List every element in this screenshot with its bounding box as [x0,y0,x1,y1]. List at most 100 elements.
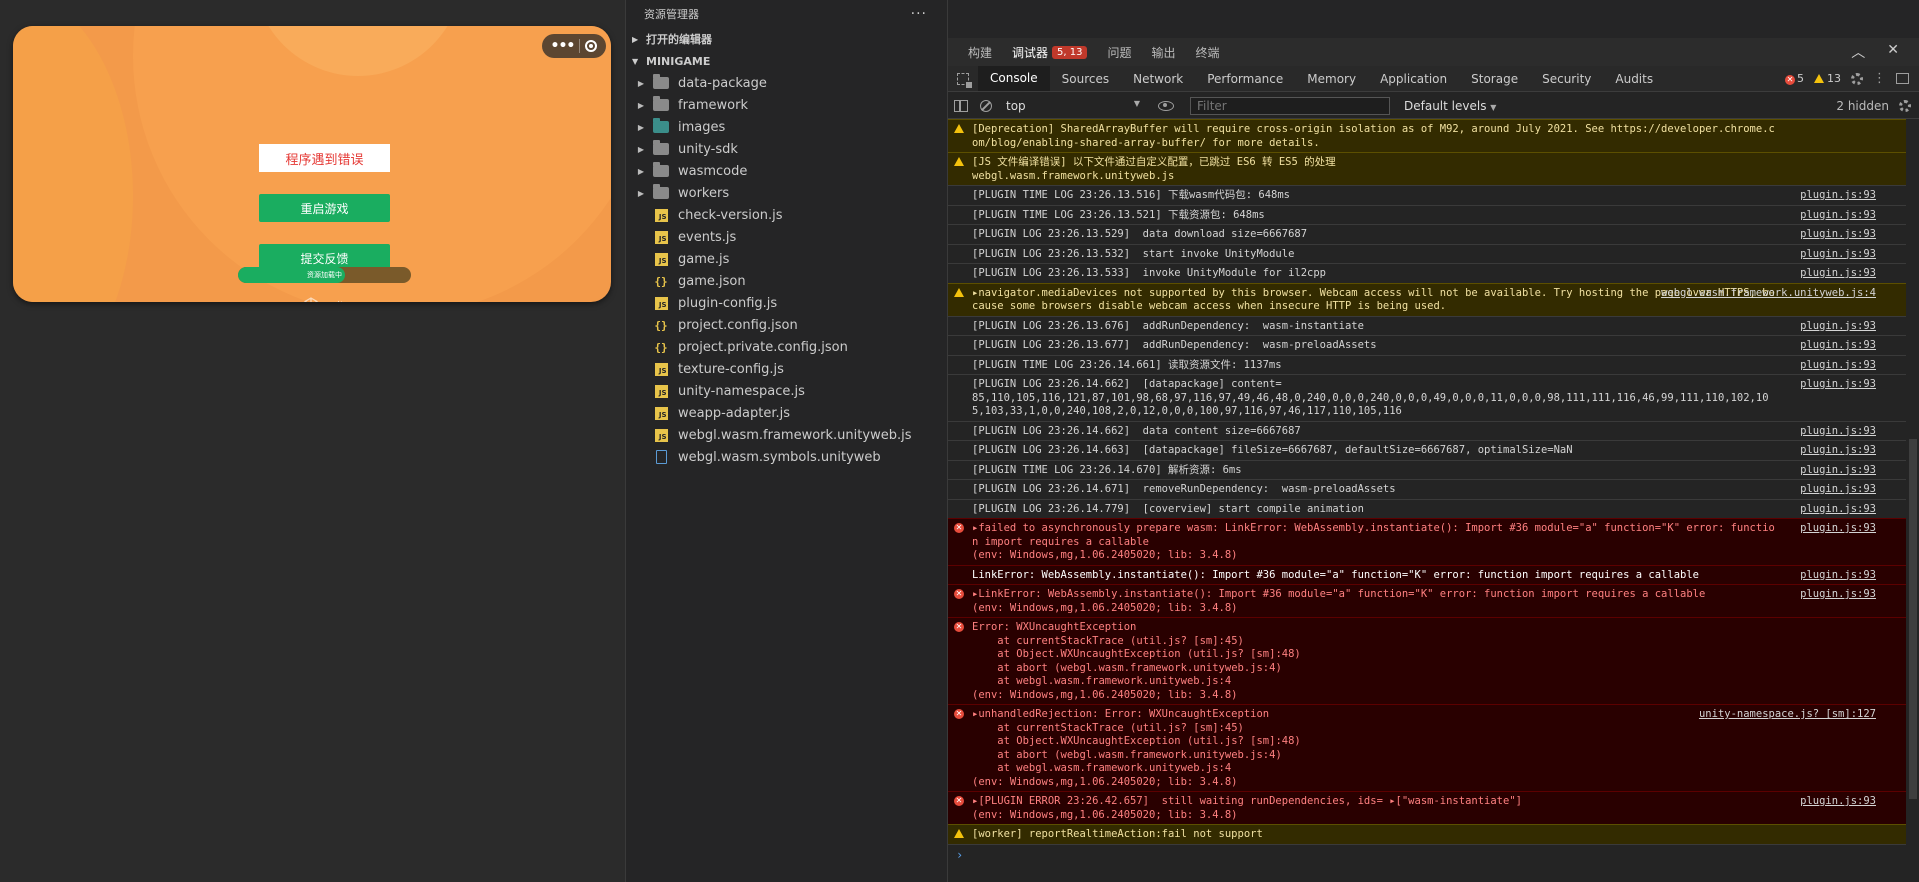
file-events.js[interactable]: JS events.js [626,226,947,248]
source-link[interactable]: plugin.js:93 [1800,464,1876,478]
console-message[interactable]: ✕ ▸failed to asynchronously prepare wasm:… [948,518,1906,565]
scrollbar-thumb[interactable] [1909,439,1917,799]
panel-tab[interactable]: 构建 [968,44,992,61]
close-icon[interactable]: ✕ [1887,42,1899,62]
source-link[interactable]: plugin.js:93 [1800,522,1876,536]
console-scrollbar[interactable] [1906,119,1919,882]
file-project.config.json[interactable]: {} project.config.json [626,314,947,336]
source-link[interactable]: plugin.js:93 [1800,569,1876,583]
tab-network[interactable]: Network [1121,66,1195,91]
console-message[interactable]: ▸navigator.mediaDevices not supported by… [948,282,1906,316]
folder-wasmcode[interactable]: ▶ wasmcode [626,160,947,182]
source-link[interactable]: plugin.js:93 [1800,359,1876,373]
issue-counts[interactable]: ✕ 5 13 ⋮ [1785,66,1919,91]
open-editors-section[interactable]: ▶ 打开的编辑器 [626,28,947,50]
show-sidebar-icon[interactable] [954,99,968,112]
file-weapp-adapter.js[interactable]: JS weapp-adapter.js [626,402,947,424]
console-message[interactable]: LinkError: WebAssembly.instantiate(): Im… [948,564,1906,584]
source-link[interactable]: plugin.js:93 [1800,228,1876,242]
console-message[interactable]: [PLUGIN LOG 23:26.13.677] addRunDependen… [948,335,1906,355]
close-target-icon[interactable] [585,40,598,52]
tab-console[interactable]: Console [978,66,1050,91]
panel-tab[interactable]: 输出 [1152,44,1176,61]
console-message[interactable]: [Deprecation] SharedArrayBuffer will req… [948,119,1906,152]
chevron-up-icon[interactable]: ︿ [1851,42,1865,62]
panel-tab[interactable]: 终端 [1196,44,1220,61]
folder-workers[interactable]: ▶ workers [626,182,947,204]
source-link[interactable]: plugin.js:93 [1800,503,1876,517]
file-texture-config.js[interactable]: JS texture-config.js [626,358,947,380]
source-link[interactable]: plugin.js:93 [1800,267,1876,281]
log-levels-dropdown[interactable]: Default levels ▼ [1404,99,1496,113]
console-message[interactable]: [JS 文件编译错误] 以下文件通过自定义配置，已跳过 ES6 转 ES5 的处… [948,152,1906,185]
console-message[interactable]: [PLUGIN LOG 23:26.13.532] start invoke U… [948,243,1906,264]
project-section[interactable]: ▼ MINIGAME [626,50,947,72]
folder-images[interactable]: ▶ images [626,116,947,138]
live-expression-eye-icon[interactable] [1158,100,1174,111]
restart-game-button[interactable]: 重启游戏 [259,194,390,222]
more-actions-icon[interactable]: ··· [911,6,927,22]
clear-console-icon[interactable] [980,99,992,112]
error-count[interactable]: ✕ 5 [1785,72,1804,85]
dock-side-icon[interactable] [1896,73,1909,84]
console-settings-gear-icon[interactable] [1899,99,1911,112]
source-link[interactable]: plugin.js:93 [1800,795,1876,809]
console-message[interactable]: [PLUGIN TIME LOG 23:26.14.661] 读取资源文件: 1… [948,354,1906,375]
source-link[interactable]: plugin.js:93 [1800,189,1876,203]
console-message[interactable]: [PLUGIN TIME LOG 23:26.13.516] 下载wasm代码包… [948,185,1906,205]
settings-gear-icon[interactable] [1851,72,1863,85]
console-filter-input[interactable] [1190,96,1390,115]
console-message[interactable]: [PLUGIN LOG 23:26.14.779] [coverview] st… [948,498,1906,519]
file-webgl.wasm.symbols.unityweb[interactable]: webgl.wasm.symbols.unityweb [626,446,947,468]
tab-sources[interactable]: Sources [1050,66,1121,91]
source-link[interactable]: plugin.js:93 [1800,209,1876,223]
console-message[interactable]: [PLUGIN LOG 23:26.13.529] data download … [948,224,1906,244]
console-message[interactable]: [PLUGIN LOG 23:26.14.671] removeRunDepen… [948,479,1906,499]
tab-performance[interactable]: Performance [1195,66,1295,91]
inspect-element-button[interactable] [948,66,978,91]
console-output[interactable]: [Deprecation] SharedArrayBuffer will req… [948,119,1906,882]
console-message[interactable]: [PLUGIN TIME LOG 23:26.13.521] 下载资源包: 64… [948,204,1906,225]
folder-data-package[interactable]: ▶ data-package [626,72,947,94]
tab-application[interactable]: Application [1368,66,1459,91]
console-message[interactable]: ✕ ▸unhandledRejection: Error: WXUncaughtE… [948,704,1906,791]
tab-storage[interactable]: Storage [1459,66,1530,91]
console-message[interactable]: [PLUGIN LOG 23:26.13.676] addRunDependen… [948,315,1906,336]
console-prompt[interactable]: › [948,843,1906,862]
source-link[interactable]: plugin.js:93 [1800,483,1876,497]
source-link[interactable]: plugin.js:93 [1800,320,1876,334]
console-message[interactable]: [PLUGIN LOG 23:26.14.663] [datapackage] … [948,440,1906,460]
file-project.private.config.json[interactable]: {} project.private.config.json [626,336,947,358]
file-unity-namespace.js[interactable]: JS unity-namespace.js [626,380,947,402]
source-link[interactable]: plugin.js:93 [1800,378,1876,392]
console-message[interactable]: [PLUGIN LOG 23:26.13.533] invoke UnityMo… [948,263,1906,283]
tab-security[interactable]: Security [1530,66,1603,91]
console-message[interactable]: ✕ ▸[PLUGIN ERROR 23:26.42.657] still wait… [948,791,1906,824]
console-message[interactable]: [PLUGIN LOG 23:26.14.662] [datapackage] … [948,374,1906,421]
source-link[interactable]: plugin.js:93 [1800,425,1876,439]
console-message[interactable]: [worker] reportRealtimeAction:fail not s… [948,824,1906,844]
folder-framework[interactable]: ▶ framework [626,94,947,116]
file-check-version.js[interactable]: JS check-version.js [626,204,947,226]
game-screen[interactable]: 程序遇到错误 重启游戏 提交反馈 资源加载中 unity [13,26,611,302]
console-message[interactable]: ✕ Error: WXUncaughtException at currentSt… [948,617,1906,704]
warning-count[interactable]: 13 [1814,72,1841,85]
folder-unity-sdk[interactable]: ▶ unity-sdk [626,138,947,160]
console-message[interactable]: [PLUGIN TIME LOG 23:26.14.670] 解析资源: 6ms… [948,459,1906,480]
more-menu-icon[interactable]: ••• [551,39,576,53]
console-message[interactable]: [PLUGIN LOG 23:26.14.662] data content s… [948,420,1906,441]
tab-audits[interactable]: Audits [1603,66,1665,91]
file-game.json[interactable]: {} game.json [626,270,947,292]
source-link[interactable]: plugin.js:93 [1800,248,1876,262]
tab-memory[interactable]: Memory [1295,66,1368,91]
kebab-menu-icon[interactable]: ⋮ [1873,72,1886,85]
source-link[interactable]: unity-namespace.js? [sm]:127 [1699,708,1876,722]
source-link[interactable]: plugin.js:93 [1800,444,1876,458]
context-selector[interactable]: top ▼ [1000,99,1140,113]
console-message[interactable]: ✕ ▸LinkError: WebAssembly.instantiate(): … [948,584,1906,617]
panel-tab[interactable]: 问题 [1107,44,1131,61]
file-webgl.wasm.framework.unityweb.js[interactable]: JS webgl.wasm.framework.unityweb.js [626,424,947,446]
panel-tab[interactable]: 调试器 5, 13 [1012,44,1088,61]
file-plugin-config.js[interactable]: JS plugin-config.js [626,292,947,314]
source-link[interactable]: plugin.js:93 [1800,588,1876,602]
